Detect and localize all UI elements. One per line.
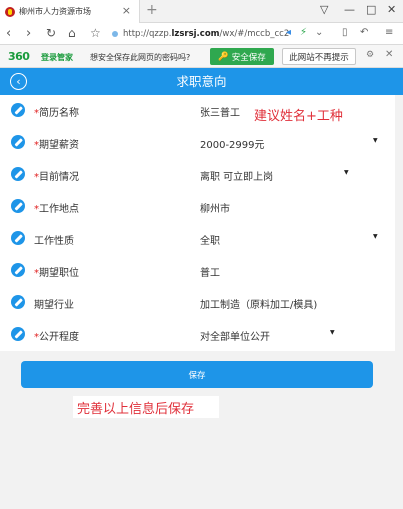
page-info-icon — [112, 31, 118, 37]
home-icon[interactable]: ⌂ — [68, 26, 76, 40]
pencil-icon — [11, 263, 25, 277]
page-header: 求职意向 ‹ — [0, 68, 403, 95]
new-tab-button[interactable]: + — [146, 2, 158, 18]
page-title: 求职意向 — [176, 74, 227, 89]
safe-save-button[interactable]: 🔑 安全保存 — [210, 48, 274, 65]
job-intention-form: *简历名称 张三普工 *期望薪资 2000-2999元 ▼ *目前情况 离职 可… — [0, 95, 395, 351]
chevron-left-icon: ‹ — [16, 75, 21, 88]
close-icon[interactable]: ✕ — [385, 49, 393, 60]
address-bar: ‹ › ↻ ⌂ ☆ http://qzzp. lzsrsj.com/wx/#/mc… — [0, 23, 403, 45]
tab-bar: 柳州市人力资源市场 × + ▽ — □ ✕ — [0, 0, 403, 23]
favorite-star-icon[interactable]: ☆ — [90, 26, 101, 40]
field-label: 期望行业 — [34, 300, 74, 311]
field-label: *期望职位 — [34, 268, 79, 279]
360-logo: 360 — [8, 50, 30, 63]
field-work-location[interactable]: *工作地点 柳州市 — [0, 191, 395, 223]
gear-icon[interactable]: ⚙ — [366, 50, 374, 60]
field-value[interactable]: 普工 — [200, 264, 220, 279]
dropdown-arrow-icon[interactable]: ▼ — [373, 137, 378, 144]
pencil-icon — [11, 103, 25, 117]
logo-subtitle: 登录管家 — [41, 53, 73, 62]
field-work-type[interactable]: 工作性质 全职 ▼ — [0, 223, 395, 255]
never-for-site-button[interactable]: 此网站不再提示 — [282, 48, 356, 65]
share-icon[interactable]: ◂ — [286, 27, 291, 38]
field-visibility[interactable]: *公开程度 对全部单位公开 ▼ — [0, 319, 395, 351]
field-value[interactable]: 张三普工 — [200, 104, 240, 119]
undo-icon[interactable]: ↶ — [360, 27, 368, 38]
field-label: *目前情况 — [34, 172, 79, 183]
window-close-icon[interactable]: ✕ — [387, 3, 396, 16]
tab-title: 柳州市人力资源市场 — [19, 7, 91, 16]
pencil-icon — [11, 199, 25, 213]
field-label: *期望薪资 — [34, 140, 79, 151]
key-icon: 🔑 — [218, 51, 229, 62]
field-value[interactable]: 柳州市 — [200, 200, 230, 215]
field-value[interactable]: 2000-2999元 — [200, 136, 265, 151]
hint-save-annotation: 完善以上信息后保存 — [73, 396, 219, 418]
menu-icon[interactable]: ≡ — [385, 27, 393, 38]
field-expected-salary[interactable]: *期望薪资 2000-2999元 ▼ — [0, 127, 395, 159]
field-label: 工作性质 — [34, 236, 74, 247]
field-value[interactable]: 离职 可立即上岗 — [200, 168, 273, 183]
maximize-icon[interactable]: □ — [366, 3, 376, 16]
site-favicon-icon — [5, 6, 15, 17]
dropdown-arrow-icon[interactable]: ▼ — [344, 169, 349, 176]
pencil-icon — [11, 135, 25, 149]
speed-icon[interactable]: ⚡ — [300, 27, 307, 38]
field-expected-position[interactable]: *期望职位 普工 — [0, 255, 395, 287]
pencil-icon — [11, 231, 25, 245]
pencil-icon — [11, 295, 25, 309]
reader-icon[interactable]: ▯ — [342, 27, 348, 38]
refresh-icon[interactable]: ↻ — [46, 26, 56, 40]
dropdown-arrow-icon[interactable]: ▼ — [373, 233, 378, 240]
password-save-bar: 360 登录管家 想安全保存此网页的密码吗? 🔑 安全保存 此网站不再提示 ⚙ … — [0, 45, 403, 68]
chevron-down-icon[interactable]: ⌄ — [315, 27, 323, 38]
field-value[interactable]: 加工制造（原料加工/模具) — [200, 296, 317, 311]
field-current-status[interactable]: *目前情况 离职 可立即上岗 ▼ — [0, 159, 395, 191]
pencil-icon — [11, 327, 25, 341]
minimize-icon[interactable]: — — [344, 3, 355, 16]
password-question: 想安全保存此网页的密码吗? — [90, 53, 191, 62]
url-field[interactable]: http://qzzp. lzsrsj.com/wx/#/mccb_cc2 — [112, 29, 289, 39]
dropdown-arrow-icon[interactable]: ▼ — [330, 329, 335, 336]
field-value[interactable]: 全职 — [200, 232, 220, 247]
field-label: *工作地点 — [34, 204, 79, 215]
hint-name-annotation: 建议姓名+工种 — [254, 109, 343, 124]
tab-close-icon[interactable]: × — [122, 4, 131, 17]
back-icon[interactable]: ‹ — [6, 26, 11, 41]
forward-icon[interactable]: › — [26, 26, 31, 41]
scrollbar[interactable] — [395, 95, 403, 509]
pencil-icon — [11, 167, 25, 181]
back-button[interactable]: ‹ — [10, 73, 27, 90]
field-expected-industry[interactable]: 期望行业 加工制造（原料加工/模具) — [0, 287, 395, 319]
field-label: *简历名称 — [34, 108, 79, 119]
field-label: *公开程度 — [34, 332, 79, 343]
shield-icon[interactable]: ▽ — [320, 3, 328, 16]
save-button[interactable]: 保存 — [21, 361, 373, 388]
browser-tab[interactable]: 柳州市人力资源市场 × — [0, 0, 140, 23]
field-value[interactable]: 对全部单位公开 — [200, 328, 270, 343]
